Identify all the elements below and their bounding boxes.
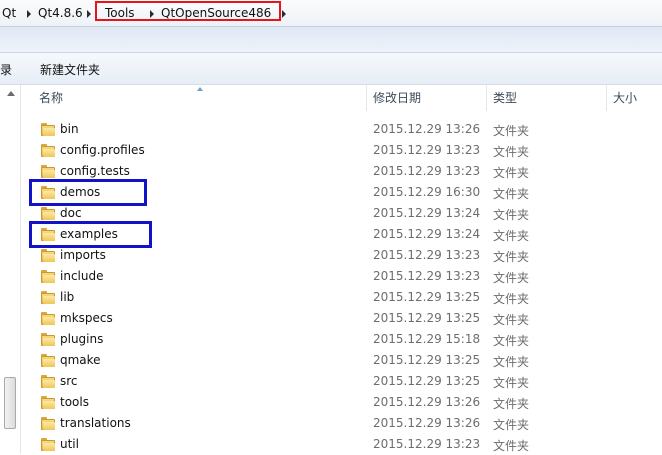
breadcrumb-separator-icon[interactable]: [87, 10, 91, 18]
toolbar-truncated-item[interactable]: 录: [0, 61, 12, 78]
file-row-tools[interactable]: tools 2015.12.29 13:26 文件夹: [21, 392, 662, 413]
file-row-qmake[interactable]: qmake 2015.12.29 13:25 文件夹: [21, 350, 662, 371]
file-modified: 2015.12.29 13:25: [373, 290, 481, 304]
file-name: translations: [60, 416, 131, 430]
breadcrumb-separator-icon[interactable]: [282, 10, 286, 18]
file-row-src[interactable]: src 2015.12.29 13:25 文件夹: [21, 371, 662, 392]
file-name: include: [60, 269, 104, 283]
file-modified: 2015.12.29 13:25: [373, 353, 481, 367]
file-modified: 2015.12.29 13:23: [373, 164, 481, 178]
file-modified: 2015.12.29 13:26: [373, 395, 481, 409]
folder-icon: [41, 312, 55, 325]
folder-icon: [41, 354, 55, 367]
file-modified: 2015.12.29 13:24: [373, 206, 481, 220]
column-divider[interactable]: [486, 85, 487, 111]
column-header-size[interactable]: 大小: [613, 85, 637, 111]
command-band: [0, 27, 662, 53]
file-row-translations[interactable]: translations 2015.12.29 13:26 文件夹: [21, 413, 662, 434]
column-header-type[interactable]: 类型: [493, 85, 517, 111]
folder-icon: [41, 165, 55, 178]
file-row-lib[interactable]: lib 2015.12.29 13:25 文件夹: [21, 287, 662, 308]
file-name: imports: [60, 248, 106, 262]
sort-ascending-icon: [197, 87, 203, 91]
file-name: bin: [60, 122, 79, 136]
file-row-bin[interactable]: bin 2015.12.29 13:26 文件夹: [21, 119, 662, 140]
file-row-mkspecs[interactable]: mkspecs 2015.12.29 13:25 文件夹: [21, 308, 662, 329]
folder-icon: [41, 396, 55, 409]
file-name: config.profiles: [60, 143, 145, 157]
file-modified: 2015.12.29 13:23: [373, 143, 481, 157]
file-modified: 2015.12.29 13:23: [373, 269, 481, 283]
column-divider[interactable]: [606, 85, 607, 111]
file-name: util: [60, 437, 79, 451]
file-type: 文件夹: [493, 355, 530, 369]
file-type: 文件夹: [493, 397, 530, 411]
file-modified: 2015.12.29 13:26: [373, 122, 481, 136]
file-name: lib: [60, 290, 75, 304]
file-modified: 2015.12.29 13:25: [373, 311, 481, 325]
folder-icon: [41, 375, 55, 388]
column-header-modified[interactable]: 修改日期: [373, 85, 421, 111]
file-row-imports[interactable]: imports 2015.12.29 13:23 文件夹: [21, 245, 662, 266]
column-divider[interactable]: [366, 85, 367, 111]
file-modified: 2015.12.29 13:25: [373, 374, 481, 388]
file-type: 文件夹: [493, 439, 530, 453]
file-name: config.tests: [60, 164, 130, 178]
file-row-plugins[interactable]: plugins 2015.12.29 15:18 文件夹: [21, 329, 662, 350]
navigation-pane-scrollbar[interactable]: [0, 85, 21, 454]
file-modified: 2015.12.29 13:23: [373, 248, 481, 262]
file-type: 文件夹: [493, 145, 530, 159]
file-type: 文件夹: [493, 229, 530, 243]
file-type: 文件夹: [493, 124, 530, 138]
file-modified: 2015.12.29 16:30: [373, 185, 481, 199]
breadcrumb-highlight-box: [95, 1, 281, 21]
file-type: 文件夹: [493, 187, 530, 201]
breadcrumb-item-qt[interactable]: Qt: [2, 4, 16, 22]
folder-icon: [41, 417, 55, 430]
breadcrumb-item-qt486[interactable]: Qt4.8.6: [38, 4, 83, 22]
file-row-util[interactable]: util 2015.12.29 13:23 文件夹: [21, 434, 662, 455]
folder-icon: [41, 270, 55, 283]
file-name: plugins: [60, 332, 104, 346]
scroll-up-icon[interactable]: [7, 91, 15, 96]
folder-icon: [41, 333, 55, 346]
file-modified: 2015.12.29 13:26: [373, 416, 481, 430]
file-type: 文件夹: [493, 250, 530, 264]
toolbar: 录 新建文件夹: [0, 53, 662, 85]
file-type: 文件夹: [493, 334, 530, 348]
scrollbar-thumb[interactable]: [4, 377, 16, 429]
folder-icon: [41, 249, 55, 262]
file-type: 文件夹: [493, 208, 530, 222]
file-modified: 2015.12.29 13:24: [373, 227, 481, 241]
address-bar[interactable]: Qt Qt4.8.6 Tools QtOpenSource486: [0, 0, 662, 27]
file-name: qmake: [60, 353, 101, 367]
file-type: 文件夹: [493, 271, 530, 285]
breadcrumb-separator-icon[interactable]: [27, 10, 31, 18]
file-row-include[interactable]: include 2015.12.29 13:23 文件夹: [21, 266, 662, 287]
demos-highlight-box: [29, 179, 147, 206]
column-header-name[interactable]: 名称: [39, 85, 63, 111]
file-type: 文件夹: [493, 313, 530, 327]
new-folder-button[interactable]: 新建文件夹: [40, 61, 100, 78]
file-name: tools: [60, 395, 89, 409]
file-row-config-profiles[interactable]: config.profiles 2015.12.29 13:23 文件夹: [21, 140, 662, 161]
file-type: 文件夹: [493, 166, 530, 180]
folder-icon: [41, 123, 55, 136]
file-type: 文件夹: [493, 292, 530, 306]
folder-icon: [41, 207, 55, 220]
folder-icon: [41, 291, 55, 304]
examples-highlight-box: [29, 221, 152, 248]
file-modified: 2015.12.29 13:23: [373, 437, 481, 451]
file-modified: 2015.12.29 15:18: [373, 332, 481, 346]
file-name: src: [60, 374, 78, 388]
file-name: doc: [60, 206, 82, 220]
file-type: 文件夹: [493, 376, 530, 390]
file-name: mkspecs: [60, 311, 113, 325]
folder-icon: [41, 144, 55, 157]
file-type: 文件夹: [493, 418, 530, 432]
folder-icon: [41, 438, 55, 451]
